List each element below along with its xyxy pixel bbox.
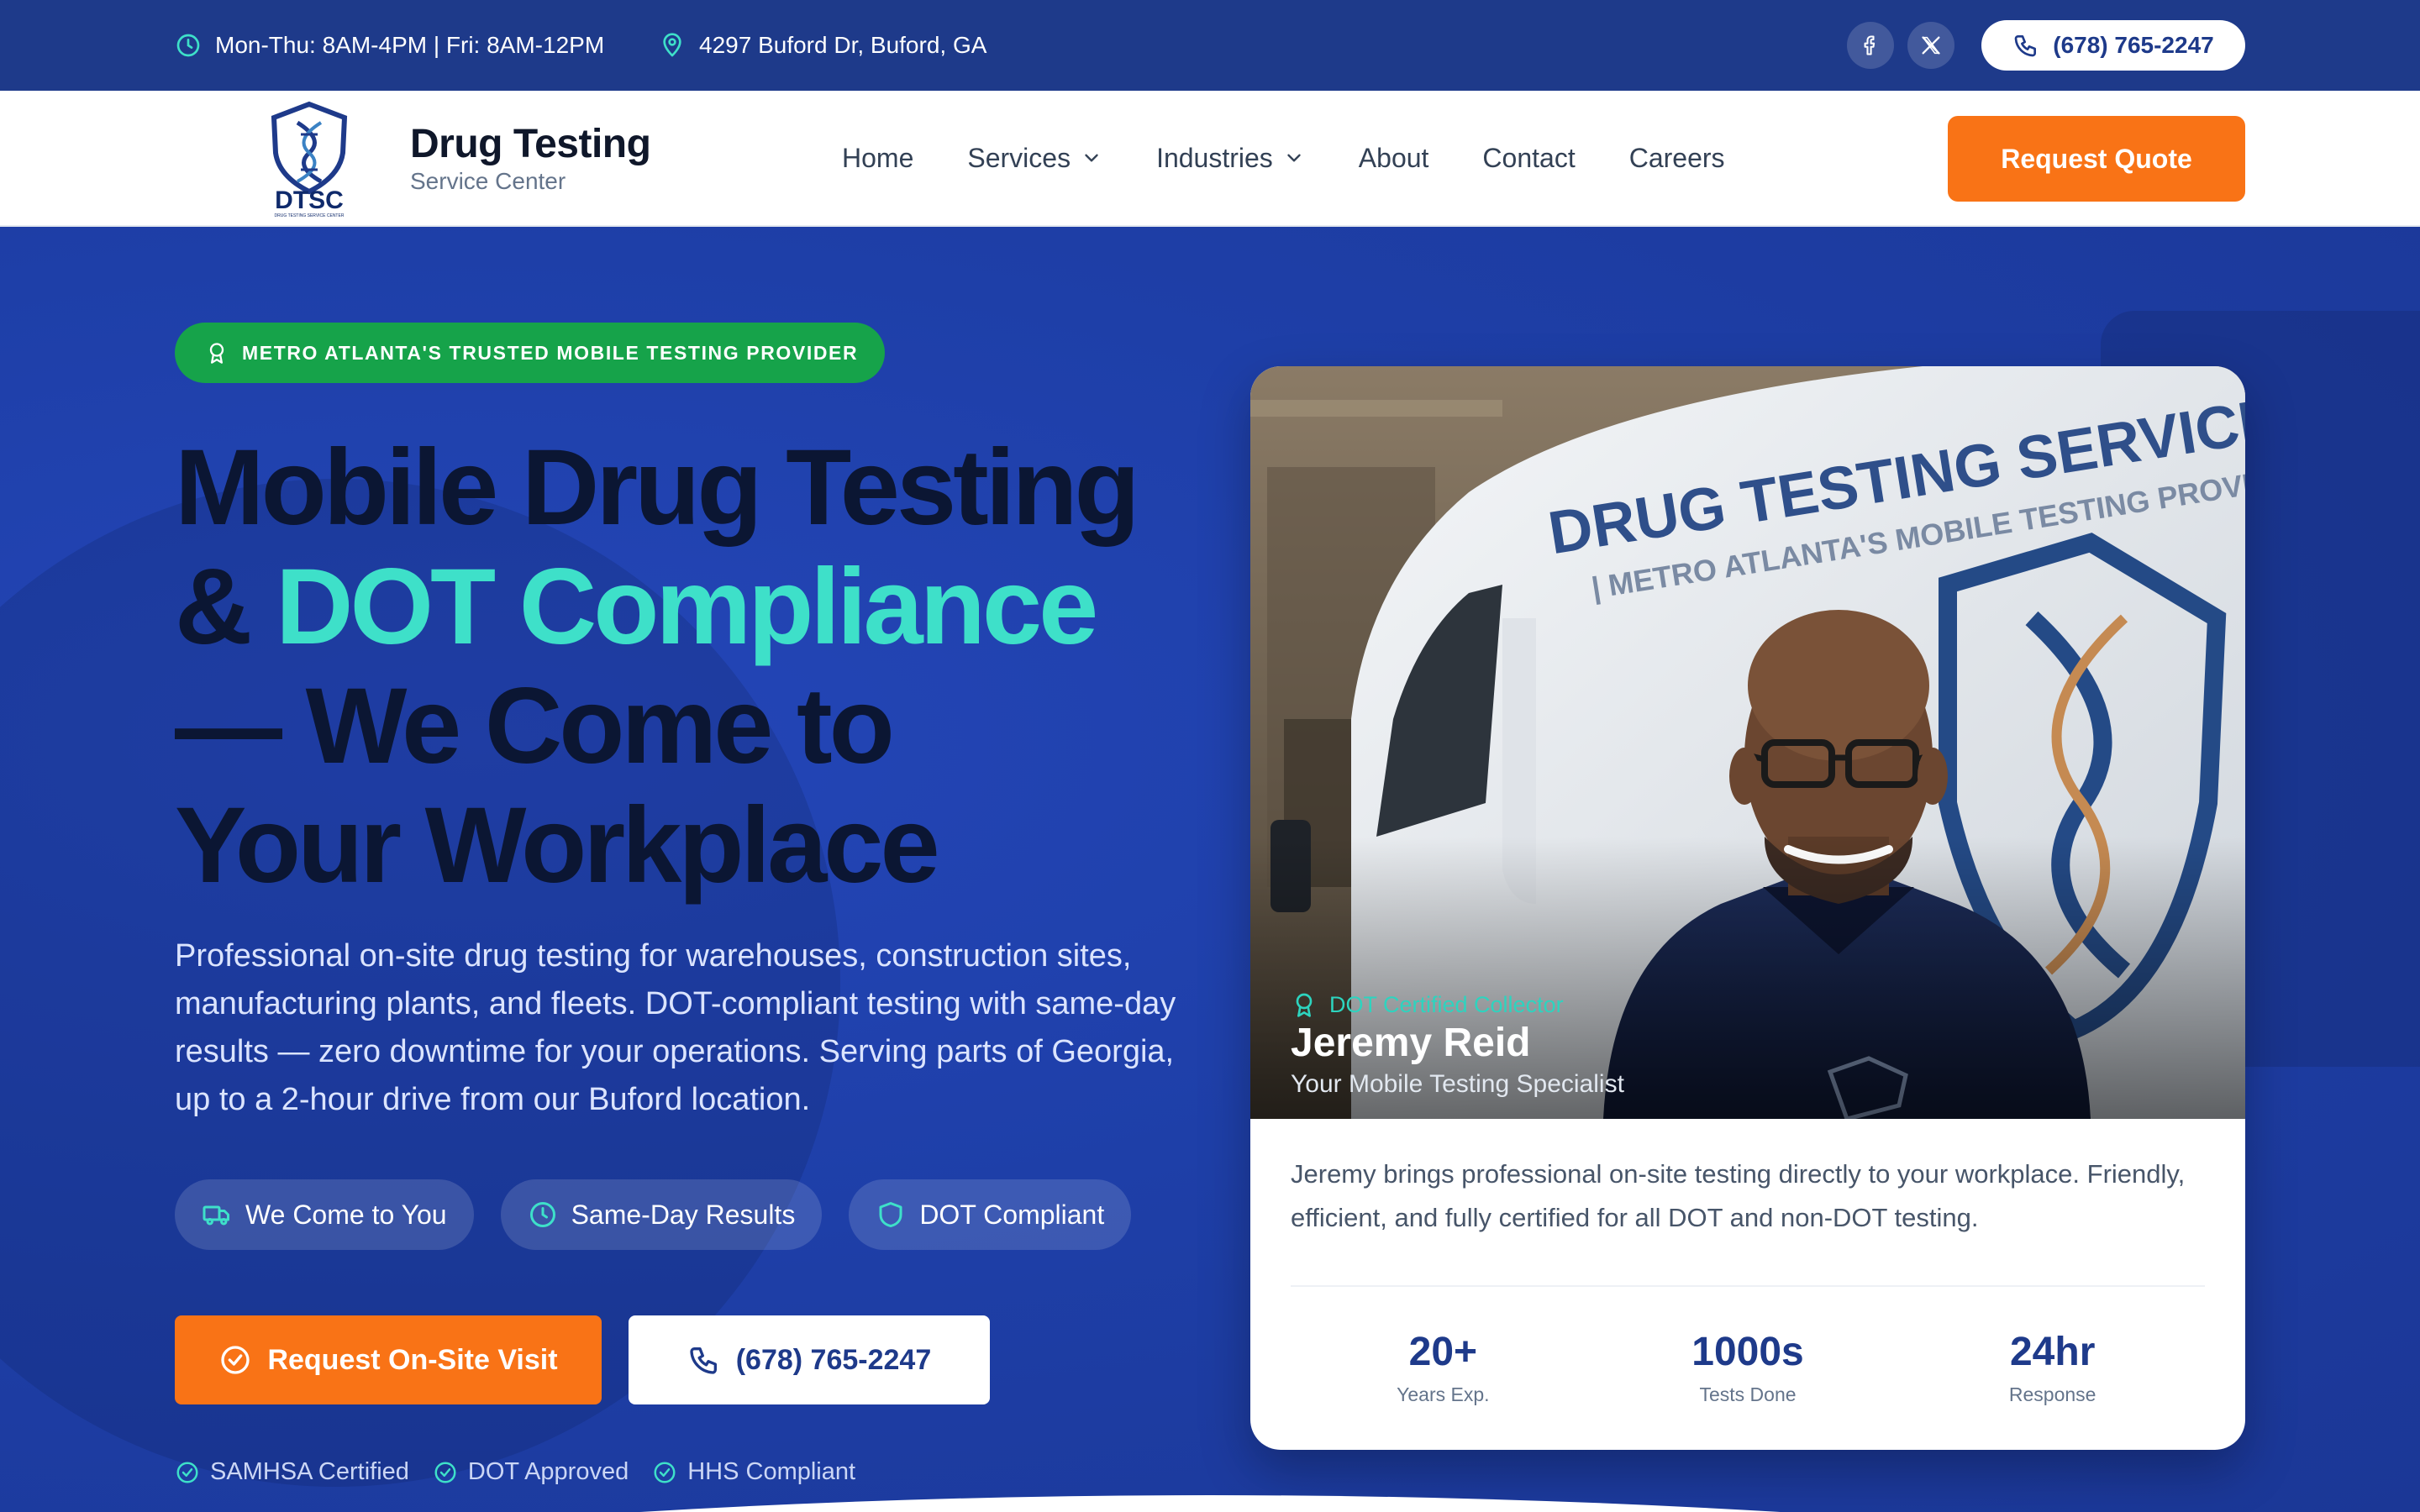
- logo[interactable]: DTSC DRUG TESTING SERVICE CENTER: [260, 101, 358, 218]
- shield-icon: [879, 1202, 902, 1227]
- nav-item-contact[interactable]: Contact: [1482, 143, 1575, 174]
- main-nav: Home Services Industries About Contact C…: [842, 91, 1725, 225]
- clock-icon: [176, 34, 200, 57]
- nav-label: Contact: [1482, 142, 1576, 173]
- nav-item-industries[interactable]: Industries: [1156, 143, 1305, 174]
- nav-label: Industries: [1156, 142, 1273, 173]
- hero-section: METRO ATLANTA'S TRUSTED MOBILE TESTING P…: [0, 227, 2420, 1512]
- trust-badge: METRO ATLANTA'S TRUSTED MOBILE TESTING P…: [175, 323, 886, 383]
- specialist-card: DRUG TESTING SERVICE CENTER | METRO ATLA…: [1250, 366, 2245, 1450]
- phone-icon: [690, 1347, 717, 1374]
- stat-value: 20+: [1408, 1330, 1478, 1374]
- headline-line-4: Your Workplace: [175, 785, 940, 906]
- call-phone-button[interactable]: (678) 765-2247: [629, 1315, 990, 1404]
- specialist-name: Jeremy Reid: [1291, 1021, 1531, 1065]
- chevron-down-icon: [1287, 154, 1301, 162]
- request-quote-button[interactable]: Request Quote: [1948, 116, 2245, 202]
- stat-response: 24hr Response: [1900, 1329, 2205, 1406]
- hero-bottom-wave: [639, 1495, 1781, 1512]
- stat-label: Tests Done: [1699, 1383, 1797, 1405]
- nav-item-about[interactable]: About: [1359, 143, 1429, 174]
- nav-item-home[interactable]: Home: [842, 143, 913, 174]
- x-twitter-link[interactable]: [1907, 22, 1954, 69]
- stat-tests: 1000s Tests Done: [1596, 1329, 1901, 1406]
- award-icon: [209, 343, 224, 364]
- facebook-link[interactable]: [1847, 22, 1894, 69]
- cta-label: Request On-Site Visit: [267, 1343, 558, 1376]
- award-icon: [1296, 993, 1313, 1017]
- stat-label: Response: [2008, 1383, 2096, 1405]
- specialist-stats: 20+ Years Exp. 1000s Tests Done 24hr Res…: [1291, 1329, 2205, 1406]
- clock-icon: [529, 1202, 555, 1227]
- x-twitter-icon: [1922, 36, 1940, 55]
- hours-text: Mon-Thu: 8AM-4PM | Fri: 8AM-12PM: [215, 32, 605, 58]
- check-circle-icon: [221, 1346, 250, 1374]
- address-text: 4297 Buford Dr, Buford, GA: [699, 32, 987, 58]
- site-header: DTSC DRUG TESTING SERVICE CENTER Drug Te…: [0, 91, 2420, 227]
- nav-label: Home: [842, 142, 914, 173]
- headline-line-1: Mobile Drug Testing: [175, 428, 1140, 548]
- pill-dot-compliant: DOT Compliant: [849, 1179, 1132, 1250]
- nav-item-services[interactable]: Services: [967, 143, 1102, 174]
- stat-label: Years Exp.: [1397, 1383, 1490, 1405]
- chevron-down-icon: [1085, 154, 1098, 162]
- phone-icon: [2014, 35, 2037, 57]
- facebook-icon: [1864, 35, 1876, 55]
- nav-item-careers[interactable]: Careers: [1629, 143, 1725, 174]
- map-pin-icon: [663, 33, 681, 57]
- phone-button[interactable]: (678) 765-2247: [1981, 20, 2245, 71]
- pill-label: DOT Compliant: [919, 1199, 1105, 1230]
- cta-label: (678) 765-2247: [735, 1343, 932, 1376]
- shield-dna-logo-icon: DTSC DRUG TESTING SERVICE CENTER: [271, 101, 348, 218]
- headline-line-3: — We Come to: [175, 666, 895, 786]
- nav-label: Careers: [1628, 142, 1725, 173]
- pill-same-day-results: Same-Day Results: [500, 1179, 823, 1250]
- stat-value: 1000s: [1691, 1330, 1804, 1374]
- pill-label: Same-Day Results: [571, 1199, 796, 1230]
- request-onsite-visit-button[interactable]: Request On-Site Visit: [175, 1315, 602, 1404]
- logo-title[interactable]: Drug Testing: [410, 121, 651, 167]
- stat-value: 24hr: [2009, 1330, 2096, 1374]
- specialist-photo: DRUG TESTING SERVICE CENTER | METRO ATLA…: [1250, 366, 2245, 1119]
- pill-label: We Come to You: [245, 1199, 447, 1230]
- nav-label: About: [1358, 142, 1429, 173]
- nav-label: Services: [967, 142, 1071, 173]
- truck-icon: [203, 1205, 229, 1226]
- badge-text: METRO ATLANTA'S TRUSTED MOBILE TESTING P…: [242, 341, 859, 364]
- logo-mark-subtext: DRUG TESTING SERVICE CENTER: [275, 213, 345, 218]
- pill-we-come-to-you: We Come to You: [175, 1179, 474, 1250]
- top-bar: Mon-Thu: 8AM-4PM | Fri: 8AM-12PM 4297 Bu…: [0, 0, 2420, 91]
- hero-description: Professional on-site drug testing for wa…: [175, 938, 1176, 1117]
- specialist-title: Your Mobile Testing Specialist: [1291, 1070, 1624, 1098]
- phone-text: (678) 765-2247: [2053, 32, 2214, 58]
- headline-line-2-prefix: &: [175, 547, 276, 667]
- specialist-bio: Jeremy brings professional on-site testi…: [1291, 1159, 2186, 1232]
- divider: [1291, 1285, 2205, 1287]
- logo-mark-text: DTSC: [275, 186, 344, 214]
- business-hours: Mon-Thu: 8AM-4PM | Fri: 8AM-12PM: [175, 0, 604, 91]
- headline-accent: DOT Compliance: [276, 547, 1098, 667]
- stat-years: 20+ Years Exp.: [1291, 1329, 1596, 1406]
- role-label: DOT Certified Collector: [1291, 990, 1564, 1020]
- hero-headline: Mobile Drug Testing & DOT Compliance — W…: [175, 428, 1284, 906]
- feature-pills: We Come to You Same-Day Results DOT Comp…: [175, 1179, 1132, 1250]
- business-address[interactable]: 4297 Buford Dr, Buford, GA: [659, 0, 986, 91]
- logo-subtitle: Service Center: [410, 168, 566, 194]
- role-text: DOT Certified Collector: [1329, 991, 1564, 1017]
